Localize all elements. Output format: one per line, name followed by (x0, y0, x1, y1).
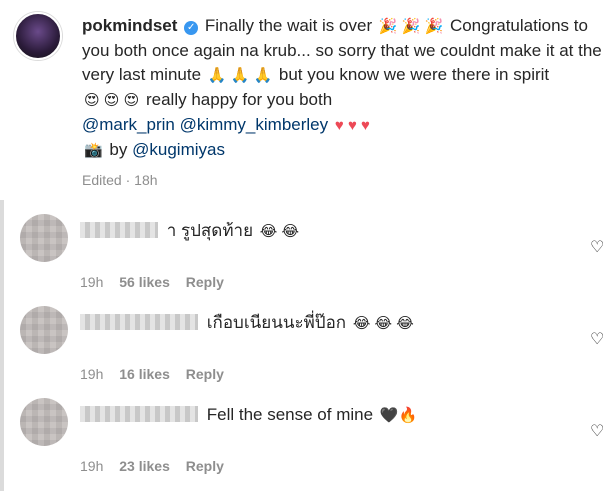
praying-hands-emoji: 🙏 🙏 🙏 (207, 67, 273, 84)
comment-item: เกือบเนียนนะพี่ป๊อก 😂 😂 😂 19h 16 likes R… (20, 306, 610, 386)
camera-emoji: 📸 (84, 142, 103, 159)
comment-text: เกือบเนียนนะพี่ป๊อก (206, 313, 347, 332)
comment-body: า รูปสุดท้าย 😂 😂 (80, 220, 560, 243)
comment-text: า รูปสุดท้าย (166, 221, 254, 240)
caption-segment-1: Finally the wait is over (204, 16, 373, 35)
black-heart-fire-emoji: 🖤🔥 (379, 407, 418, 424)
comment-meta: 19h 16 likes Reply (80, 366, 236, 382)
heart-outline-icon[interactable]: ♡ (590, 332, 606, 348)
edited-timestamp: Edited · 18h (82, 172, 158, 188)
credit-mention-link[interactable]: @kugimiyas (132, 140, 225, 159)
comment-time[interactable]: 19h (80, 458, 103, 474)
commenter-avatar[interactable] (20, 398, 68, 446)
red-heart-emoji: ♥ ♥ ♥ (334, 117, 370, 134)
credit-by-label: by (109, 140, 128, 159)
comment-likes[interactable]: 23 likes (119, 458, 170, 474)
reply-button[interactable]: Reply (186, 458, 224, 474)
comment-body: Fell the sense of mine 🖤🔥 (80, 404, 560, 427)
heart-eyes-emoji: 😍 😍 😍 (84, 92, 140, 109)
author-username[interactable]: pokmindset (82, 16, 177, 35)
mention-link[interactable]: @mark_prin (82, 115, 175, 134)
heart-outline-icon[interactable]: ♡ (590, 424, 606, 440)
commenter-avatar[interactable] (20, 214, 68, 262)
blurred-username[interactable] (80, 222, 158, 238)
reply-button[interactable]: Reply (186, 366, 224, 382)
mention-link[interactable]: @kimmy_kimberley (180, 115, 329, 134)
comment-text: Fell the sense of mine (206, 405, 374, 424)
blurred-username[interactable] (80, 314, 198, 330)
comment-time[interactable]: 19h (80, 366, 103, 382)
reply-button[interactable]: Reply (186, 274, 224, 290)
thread-divider (0, 200, 4, 491)
heart-outline-icon[interactable]: ♡ (590, 240, 606, 256)
party-popper-emoji: 🎉 🎉 🎉 (378, 18, 444, 35)
comment-item: า รูปสุดท้าย 😂 😂 19h 56 likes Reply ♡ (20, 214, 610, 294)
edited-label: Edited (82, 172, 122, 188)
laughing-emoji: 😂 😂 (259, 223, 300, 240)
caption-segment-3: but you know we were there in spirit (278, 65, 550, 84)
verified-badge-icon: ✓ (184, 21, 199, 35)
edited-time[interactable]: 18h (134, 172, 157, 188)
comment-item: Fell the sense of mine 🖤🔥 19h 23 likes R… (20, 398, 610, 478)
caption-text: pokmindset ✓ Finally the wait is over 🎉 … (82, 14, 610, 163)
edited-separator: · (125, 172, 131, 188)
blurred-username[interactable] (80, 406, 198, 422)
comment-meta: 19h 56 likes Reply (80, 274, 236, 290)
comment-meta: 19h 23 likes Reply (80, 458, 236, 474)
comment-body: เกือบเนียนนะพี่ป๊อก 😂 😂 😂 (80, 312, 560, 335)
comment-likes[interactable]: 56 likes (119, 274, 170, 290)
commenter-avatar[interactable] (20, 306, 68, 354)
comment-likes[interactable]: 16 likes (119, 366, 170, 382)
author-avatar[interactable] (14, 12, 62, 60)
comment-time[interactable]: 19h (80, 274, 103, 290)
laughing-emoji: 😂 😂 😂 (352, 315, 414, 332)
caption-segment-4: really happy for you both (145, 90, 333, 109)
